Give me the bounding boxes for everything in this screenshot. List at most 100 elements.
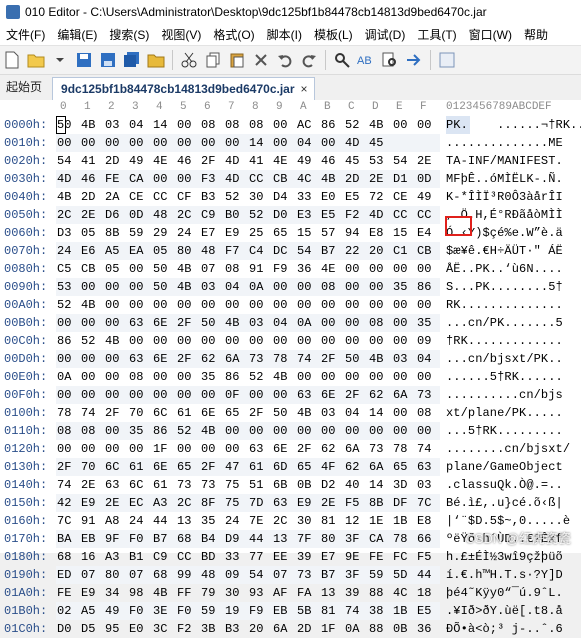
hex-byte[interactable]: 00 bbox=[105, 352, 119, 366]
hex-byte[interactable]: 2F bbox=[105, 406, 119, 420]
ascii-text[interactable]: TA-INF/MANIFEST. bbox=[446, 154, 563, 168]
hex-byte[interactable]: 62 bbox=[321, 442, 335, 456]
hex-byte[interactable]: AC bbox=[297, 118, 311, 132]
hex-byte[interactable]: 12 bbox=[345, 514, 359, 528]
hex-byte[interactable]: 30 bbox=[297, 514, 311, 528]
hex-byte[interactable]: 2D bbox=[105, 154, 119, 168]
hex-byte[interactable]: 2A bbox=[105, 190, 119, 204]
hex-byte[interactable]: A8 bbox=[105, 514, 119, 528]
hex-byte[interactable]: 80 bbox=[177, 244, 191, 258]
hex-row[interactable]: 0120h: 00 00 00 00 1F 00 00 00 63 6E 2F 62 6A 73 78 74..… bbox=[0, 440, 581, 458]
hex-byte[interactable]: 00 bbox=[225, 334, 239, 348]
hex-byte[interactable]: E4 bbox=[417, 226, 431, 240]
hex-byte[interactable]: 00 bbox=[81, 280, 95, 294]
hex-byte[interactable]: 00 bbox=[201, 334, 215, 348]
hex-byte[interactable]: 2F bbox=[249, 406, 263, 420]
hex-byte[interactable]: 74 bbox=[345, 604, 359, 618]
hex-row[interactable]: 00A0h: 52 4B 00 00 00 00 00 00 00 00 00 00 00 00 00 00 RK… bbox=[0, 296, 581, 314]
hex-byte[interactable]: F5 bbox=[417, 550, 431, 564]
hex-row[interactable]: 00C0h: 86 52 4B 00 00 00 00 00 00 00 00 00 00 00 00 09 †R… bbox=[0, 332, 581, 350]
hex-byte[interactable]: 00 bbox=[225, 136, 239, 150]
hex-row[interactable]: 0140h: 74 2E 63 6C 61 73 73 75 51 6B 0B D2 40 14 3D 03 .c… bbox=[0, 476, 581, 494]
hex-byte[interactable]: 1E bbox=[369, 514, 383, 528]
hex-byte[interactable]: EE bbox=[273, 550, 287, 564]
hex-byte[interactable]: 40 bbox=[345, 478, 359, 492]
hex-byte[interactable]: 7D bbox=[249, 496, 263, 510]
hex-byte[interactable]: 29 bbox=[153, 226, 167, 240]
hex-byte[interactable]: 0A bbox=[57, 370, 71, 384]
hex-byte[interactable]: ED bbox=[57, 568, 71, 582]
hex-byte[interactable]: E9 bbox=[81, 496, 95, 510]
hex-byte[interactable]: 00 bbox=[57, 388, 71, 402]
hex-byte[interactable]: F5 bbox=[345, 496, 359, 510]
ascii-text[interactable]: þé4˜Kÿy0“¯ú.9ˆL. bbox=[446, 586, 563, 600]
hex-byte[interactable]: B0 bbox=[225, 208, 239, 222]
hex-byte[interactable]: 00 bbox=[153, 388, 167, 402]
ascii-text[interactable]: í.€.h™H.T.s·?Y]D bbox=[446, 568, 563, 582]
hex-byte[interactable]: 4E bbox=[273, 154, 287, 168]
hex-byte[interactable]: E7 bbox=[201, 226, 215, 240]
hex-byte[interactable]: 6C bbox=[105, 460, 119, 474]
hex-byte[interactable]: 04 bbox=[225, 280, 239, 294]
hex-byte[interactable]: 00 bbox=[393, 370, 407, 384]
hex-byte[interactable]: 00 bbox=[105, 298, 119, 312]
hex-byte[interactable]: F0 bbox=[129, 532, 143, 546]
cut-icon[interactable] bbox=[178, 49, 200, 71]
hex-byte[interactable]: 24 bbox=[177, 226, 191, 240]
hex-byte[interactable]: 00 bbox=[153, 298, 167, 312]
hex-byte[interactable]: 73 bbox=[417, 388, 431, 402]
hex-byte[interactable]: 00 bbox=[105, 370, 119, 384]
hex-byte[interactable]: 00 bbox=[369, 298, 383, 312]
hex-byte[interactable]: 00 bbox=[345, 298, 359, 312]
hex-byte[interactable]: 74 bbox=[57, 478, 71, 492]
hex-row[interactable]: 01A0h: FE E9 34 98 4B FF 79 30 93 AF FA 13 39 88 4C 18 þé… bbox=[0, 584, 581, 602]
hex-byte[interactable]: 35 bbox=[393, 280, 407, 294]
hex-byte[interactable]: 20 bbox=[249, 622, 263, 636]
hex-byte[interactable]: 7C bbox=[57, 514, 71, 528]
menu-view[interactable]: 视图(V) bbox=[155, 26, 207, 43]
hex-byte[interactable]: 5B bbox=[297, 604, 311, 618]
hex-byte[interactable]: E3 bbox=[297, 208, 311, 222]
hex-byte[interactable]: 2F bbox=[177, 316, 191, 330]
hex-byte[interactable]: C5 bbox=[57, 262, 71, 276]
find-icon[interactable] bbox=[331, 49, 353, 71]
hex-byte[interactable]: 00 bbox=[345, 334, 359, 348]
hex-byte[interactable]: B7 bbox=[321, 244, 335, 258]
hex-byte[interactable]: 80 bbox=[105, 568, 119, 582]
hex-byte[interactable]: 44 bbox=[417, 568, 431, 582]
hex-byte[interactable]: 73 bbox=[297, 568, 311, 582]
hex-byte[interactable]: B1 bbox=[129, 550, 143, 564]
hex-byte[interactable]: 45 bbox=[345, 154, 359, 168]
hex-byte[interactable]: 3E bbox=[153, 604, 167, 618]
hex-byte[interactable]: 6A bbox=[345, 442, 359, 456]
hex-byte[interactable]: 80 bbox=[321, 532, 335, 546]
hex-row[interactable]: 0020h: 54 41 2D 49 4E 46 2F 4D 41 4E 49 46 45 53 54 2E TA… bbox=[0, 152, 581, 170]
hex-byte[interactable]: 07 bbox=[273, 568, 287, 582]
hex-byte[interactable]: 08 bbox=[201, 118, 215, 132]
hex-byte[interactable]: 73 bbox=[177, 478, 191, 492]
hex-byte[interactable]: 73 bbox=[369, 442, 383, 456]
hex-byte[interactable]: 73 bbox=[201, 478, 215, 492]
hex-byte[interactable]: B3 bbox=[225, 622, 239, 636]
hex-byte[interactable]: 00 bbox=[81, 370, 95, 384]
hex-byte[interactable]: 7E bbox=[249, 514, 263, 528]
hex-byte[interactable]: 03 bbox=[105, 118, 119, 132]
hex-byte[interactable]: 00 bbox=[345, 424, 359, 438]
hex-byte[interactable]: 47 bbox=[225, 460, 239, 474]
hex-byte[interactable]: 44 bbox=[153, 514, 167, 528]
hex-byte[interactable]: 91 bbox=[249, 262, 263, 276]
hex-byte[interactable]: 65 bbox=[273, 226, 287, 240]
hex-byte[interactable]: 00 bbox=[225, 298, 239, 312]
hex-byte[interactable]: 04 bbox=[297, 136, 311, 150]
hex-byte[interactable]: 00 bbox=[393, 316, 407, 330]
save-as-icon[interactable] bbox=[97, 49, 119, 71]
ascii-text[interactable]: K-*ÎÌÏ³R0Ô3àårÎI bbox=[446, 190, 563, 204]
hex-byte[interactable]: 6A bbox=[393, 388, 407, 402]
hex-byte[interactable]: 00 bbox=[273, 136, 287, 150]
hex-byte[interactable]: 00 bbox=[57, 352, 71, 366]
menu-file[interactable]: 文件(F) bbox=[0, 26, 51, 43]
hex-byte[interactable]: 00 bbox=[57, 442, 71, 456]
hex-byte[interactable]: 52 bbox=[249, 208, 263, 222]
hex-byte[interactable]: 08 bbox=[225, 118, 239, 132]
hex-byte[interactable]: A5 bbox=[105, 244, 119, 258]
